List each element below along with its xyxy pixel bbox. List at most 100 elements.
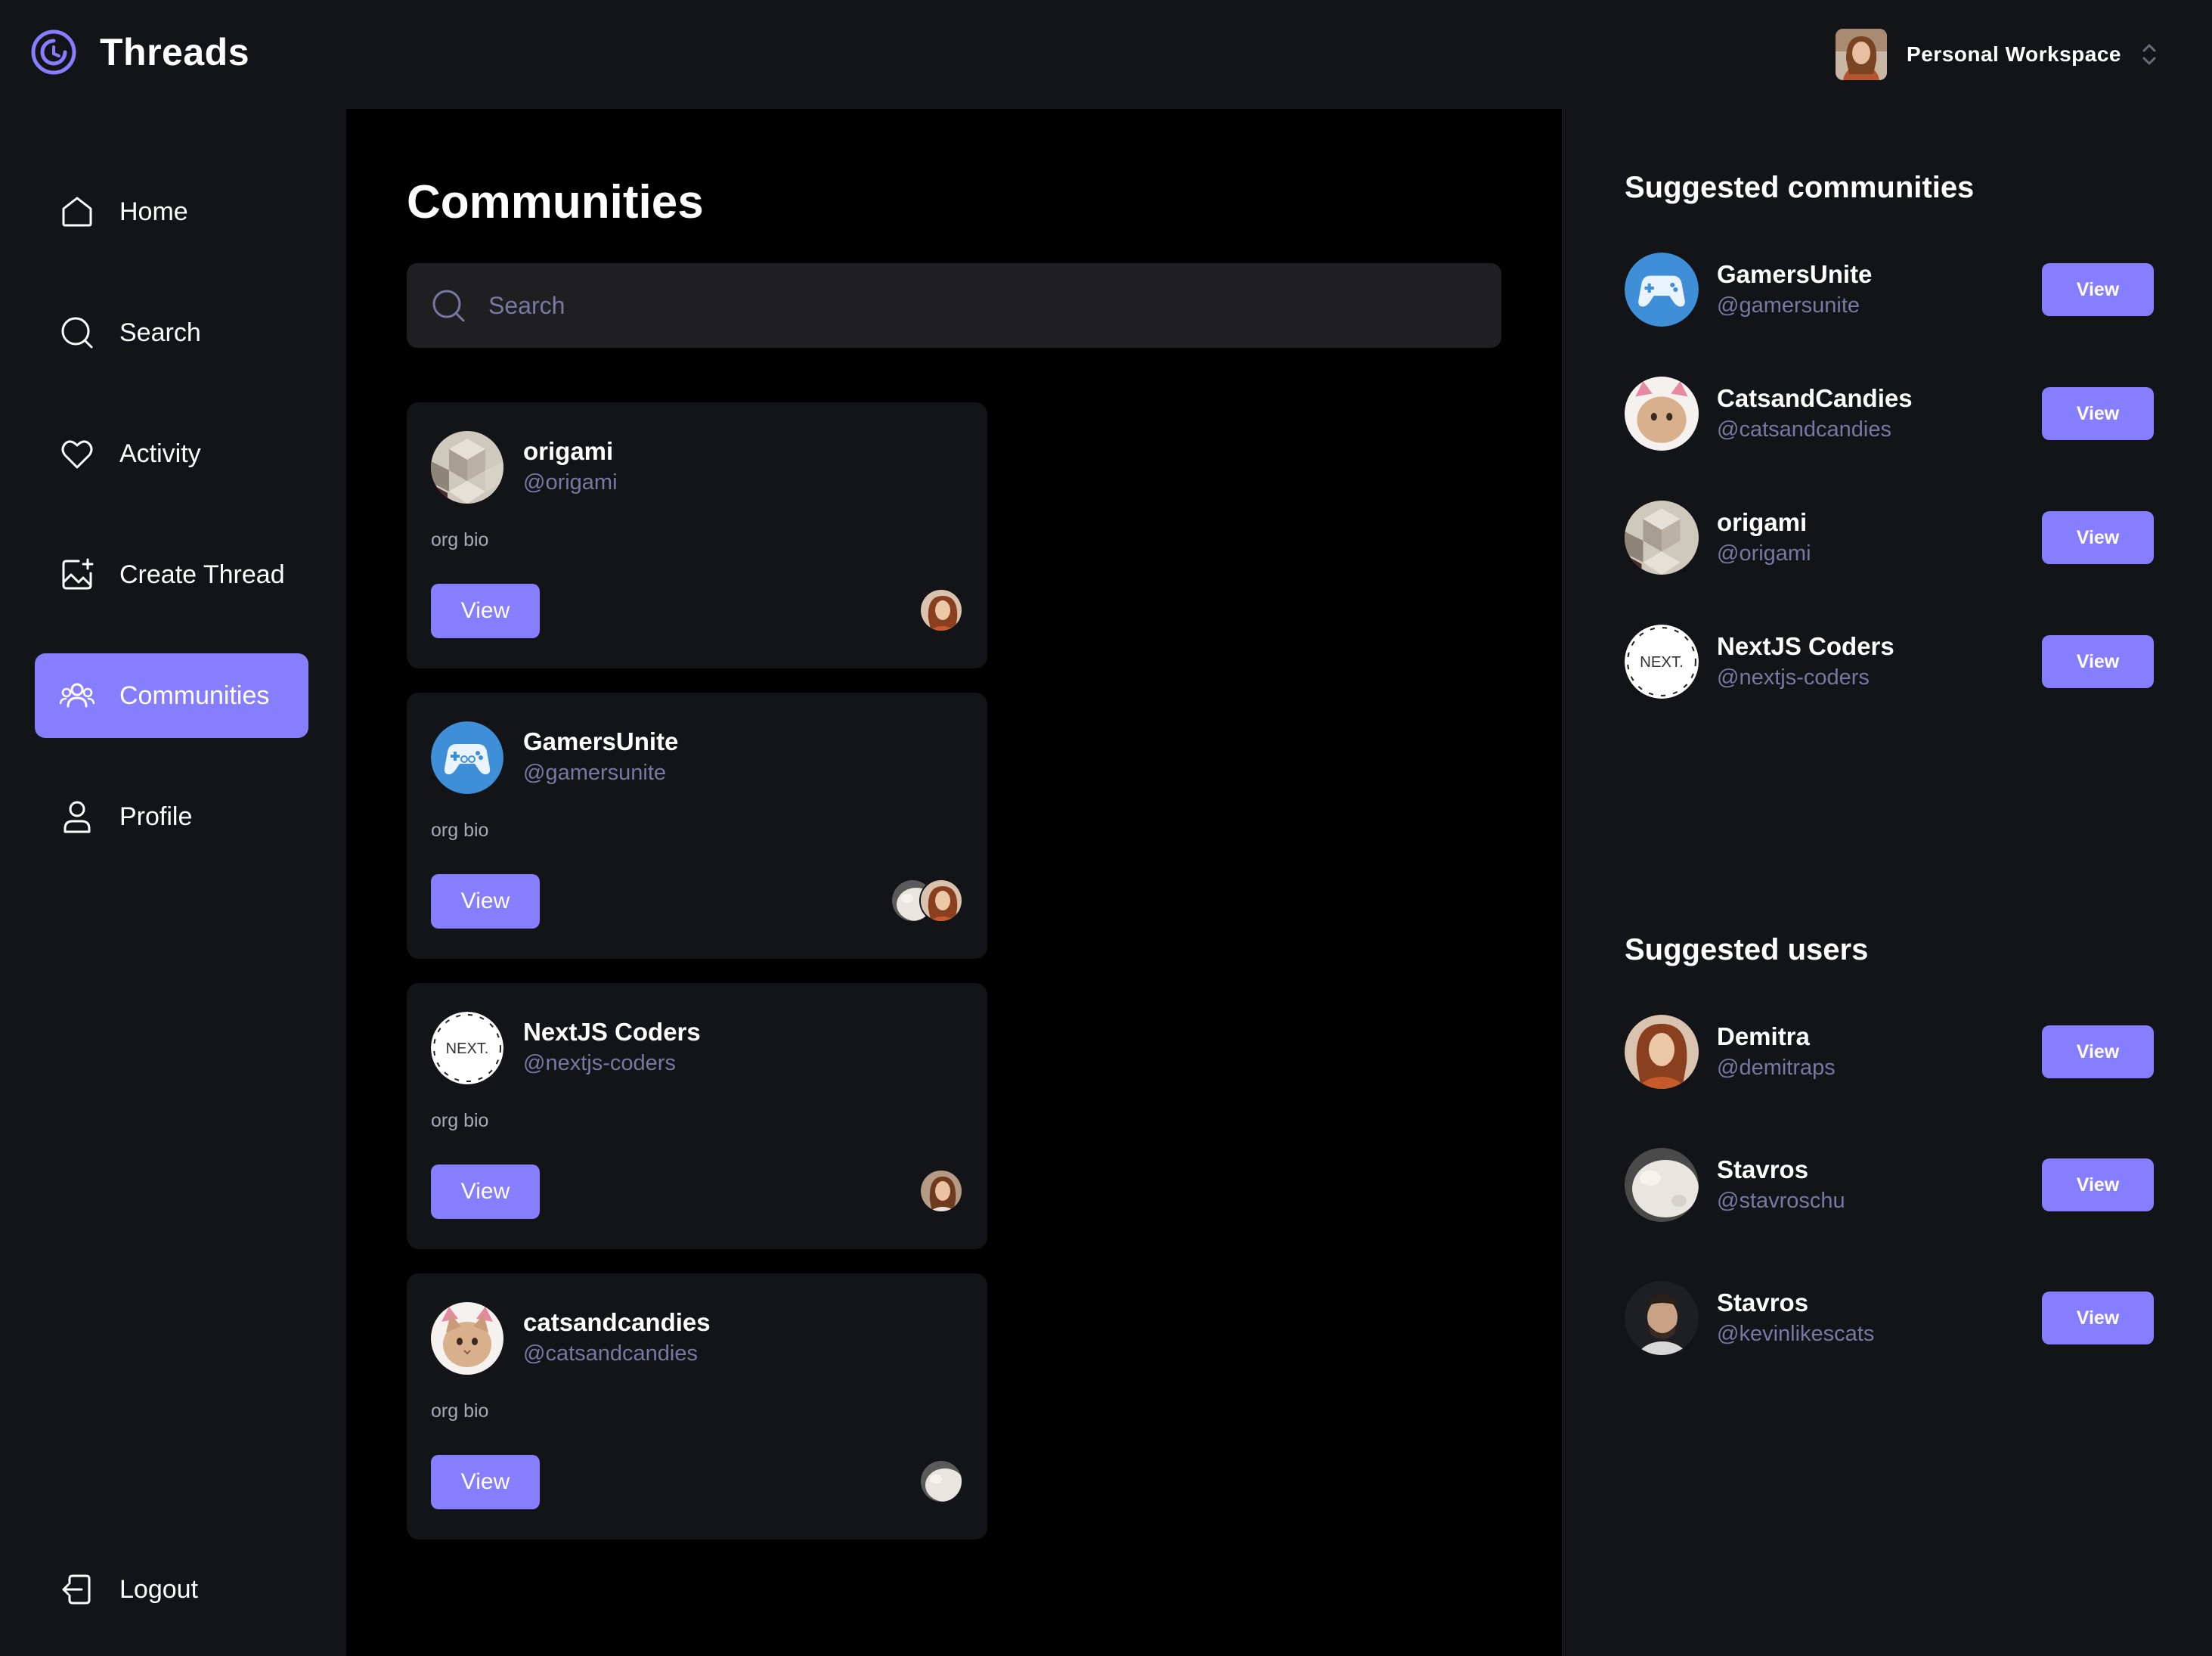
community-bio: org bio	[431, 1110, 489, 1131]
sidebar-item-label: Profile	[119, 802, 193, 831]
sidebar-item-label: Create Thread	[119, 560, 285, 589]
gamepad-avatar[interactable]	[1625, 253, 1699, 327]
workspace-label: Personal Workspace	[1907, 42, 2121, 66]
cat-avatar[interactable]	[1625, 377, 1699, 451]
community-name: GamersUnite	[523, 727, 679, 755]
suggested-communities-list: GamersUnite @gamersunite View CatsandCan…	[1625, 253, 2154, 699]
user-name: Stavros	[1717, 1155, 1809, 1183]
page-title: Communities	[407, 176, 704, 228]
sidebar-item-home[interactable]: Home	[35, 169, 308, 254]
user-name: Stavros	[1717, 1289, 1809, 1316]
image-plus-icon	[62, 558, 94, 590]
sidebar-item-label: Activity	[119, 439, 201, 468]
view-button[interactable]: View	[2042, 635, 2154, 688]
svg-text:NEXT.: NEXT.	[1640, 654, 1684, 671]
suggested-user-row: Stavros @kevinlikescats View	[1625, 1281, 2154, 1355]
suggested-user-row: Stavros @stavroschu View	[1625, 1148, 2154, 1222]
member-avatars	[919, 1169, 963, 1214]
member-avatars	[891, 879, 963, 924]
community-handle: @nextjs-coders	[523, 1051, 676, 1075]
view-button[interactable]: View	[2042, 387, 2154, 440]
sidebar-item-search[interactable]: Search	[35, 290, 308, 375]
community-name: catsandcandies	[523, 1308, 711, 1336]
sidebar-item-label: Home	[119, 197, 188, 226]
suggested-user-row: Demitra @demitraps View	[1625, 1015, 2154, 1089]
community-card: origami @origami org bio View	[407, 402, 987, 668]
search-input[interactable]	[488, 291, 1396, 320]
nextjs-avatar[interactable]: NEXT.	[1625, 625, 1699, 699]
top-bar: Threads Personal Workspace	[0, 0, 2212, 109]
demitra-avatar[interactable]	[1625, 1015, 1699, 1089]
svg-text:NEXT.: NEXT.	[446, 1040, 489, 1057]
view-button[interactable]: View	[431, 1455, 540, 1509]
sidebar-item-communities[interactable]: Communities	[35, 653, 308, 738]
sidebar-item-activity[interactable]: Activity	[35, 411, 308, 496]
community-handle: @catsandcandies	[523, 1341, 698, 1366]
main-content: Communities origami	[346, 109, 1562, 1656]
origami-avatar[interactable]	[431, 431, 503, 504]
community-handle: @nextjs-coders	[1717, 665, 1870, 690]
community-name: NextJS Coders	[523, 1018, 701, 1046]
nextjs-avatar[interactable]: NEXT.	[431, 1012, 503, 1084]
view-button[interactable]: View	[431, 584, 540, 638]
heart-icon	[61, 440, 93, 469]
view-button[interactable]: View	[2042, 1025, 2154, 1078]
community-bio: org bio	[431, 1400, 489, 1422]
view-button[interactable]: View	[2042, 511, 2154, 564]
gamepad-avatar[interactable]	[431, 721, 503, 794]
community-bio: org bio	[431, 529, 489, 550]
search-icon	[61, 317, 93, 349]
community-handle: @gamersunite	[1717, 293, 1860, 318]
view-button[interactable]: View	[2042, 263, 2154, 316]
member-avatar[interactable]	[919, 879, 963, 923]
user-handle: @stavroschu	[1717, 1189, 1845, 1213]
community-name: origami	[523, 437, 614, 465]
right-sidebar: Suggested communities GamersUnite @gamer…	[1562, 109, 2212, 1656]
community-name: origami	[1717, 508, 1808, 536]
search-bar[interactable]	[407, 263, 1501, 348]
community-handle: @gamersunite	[523, 761, 667, 785]
community-bio: org bio	[431, 820, 489, 841]
chevron-up-down-icon	[2142, 44, 2156, 65]
workspace-avatar	[1836, 29, 1888, 80]
app-title: Threads	[100, 31, 250, 73]
member-avatars	[919, 588, 963, 634]
cat-avatar[interactable]	[431, 1302, 503, 1375]
sidebar-item-profile[interactable]: Profile	[35, 774, 308, 859]
member-avatars	[919, 1459, 963, 1505]
community-card: GamersUnite @gamersunite org bio View	[407, 693, 987, 959]
origami-avatar[interactable]	[1625, 501, 1699, 575]
communities-list: origami @origami org bio View GamersUnit…	[407, 402, 987, 1564]
left-sidebar: Home Search Activity Create Thread Commu…	[0, 109, 346, 1656]
view-button[interactable]: View	[2042, 1292, 2154, 1344]
suggested-users-title: Suggested users	[1625, 933, 1869, 966]
member-avatar[interactable]	[919, 1459, 963, 1503]
suggested-users-list: Demitra @demitraps View Stavros @stavros…	[1625, 1015, 2154, 1355]
community-card: NEXT. NextJS Coders @nextjs-coders org b…	[407, 983, 987, 1249]
user-handle: @kevinlikescats	[1717, 1322, 1875, 1346]
member-avatar[interactable]	[919, 588, 963, 632]
user-handle: @demitraps	[1717, 1056, 1836, 1080]
community-name: CatsandCandies	[1717, 384, 1913, 412]
suggested-community-row: GamersUnite @gamersunite View	[1625, 253, 2154, 327]
kevin-avatar[interactable]	[1625, 1281, 1699, 1355]
search-icon	[432, 290, 465, 322]
workspace-switcher[interactable]: Personal Workspace	[1836, 29, 2159, 80]
community-name: GamersUnite	[1717, 260, 1873, 288]
brand[interactable]: Threads	[30, 29, 249, 76]
logout-button[interactable]: Logout	[35, 1552, 308, 1627]
view-button[interactable]: View	[431, 1164, 540, 1219]
stavros-avatar[interactable]	[1625, 1148, 1699, 1222]
sidebar-item-label: Search	[119, 318, 201, 347]
user-name: Demitra	[1717, 1022, 1810, 1050]
suggested-community-row: CatsandCandies @catsandcandies View	[1625, 377, 2154, 451]
user-icon	[64, 801, 91, 833]
community-handle: @catsandcandies	[1717, 417, 1891, 442]
view-button[interactable]: View	[431, 874, 540, 929]
suggested-community-row: origami @origami View	[1625, 501, 2154, 575]
view-button[interactable]: View	[2042, 1158, 2154, 1211]
member-avatar[interactable]	[919, 1169, 963, 1213]
sidebar-item-create-thread[interactable]: Create Thread	[35, 532, 308, 617]
users-icon	[59, 683, 95, 708]
community-handle: @origami	[1717, 541, 1811, 566]
